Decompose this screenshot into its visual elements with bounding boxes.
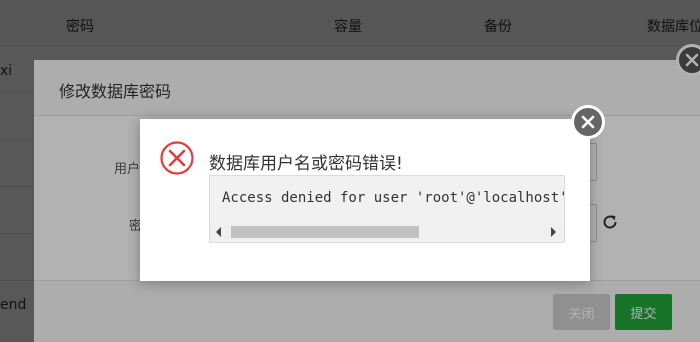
error-message: 数据库用户名或密码错误! — [209, 154, 403, 174]
error-detail-text: Access denied for user 'root'@'localhost… — [222, 190, 565, 206]
error-dialog: 数据库用户名或密码错误! Access denied for user 'roo… — [140, 105, 605, 281]
error-close-button[interactable] — [571, 105, 605, 139]
horizontal-scrollbar[interactable] — [210, 222, 564, 242]
error-icon — [160, 141, 194, 175]
scroll-thumb[interactable] — [231, 226, 419, 238]
scroll-right-icon[interactable] — [551, 227, 556, 237]
scroll-left-icon[interactable] — [216, 227, 221, 237]
close-icon — [581, 115, 595, 129]
error-detail-box: Access denied for user 'root'@'localhost… — [209, 175, 565, 243]
